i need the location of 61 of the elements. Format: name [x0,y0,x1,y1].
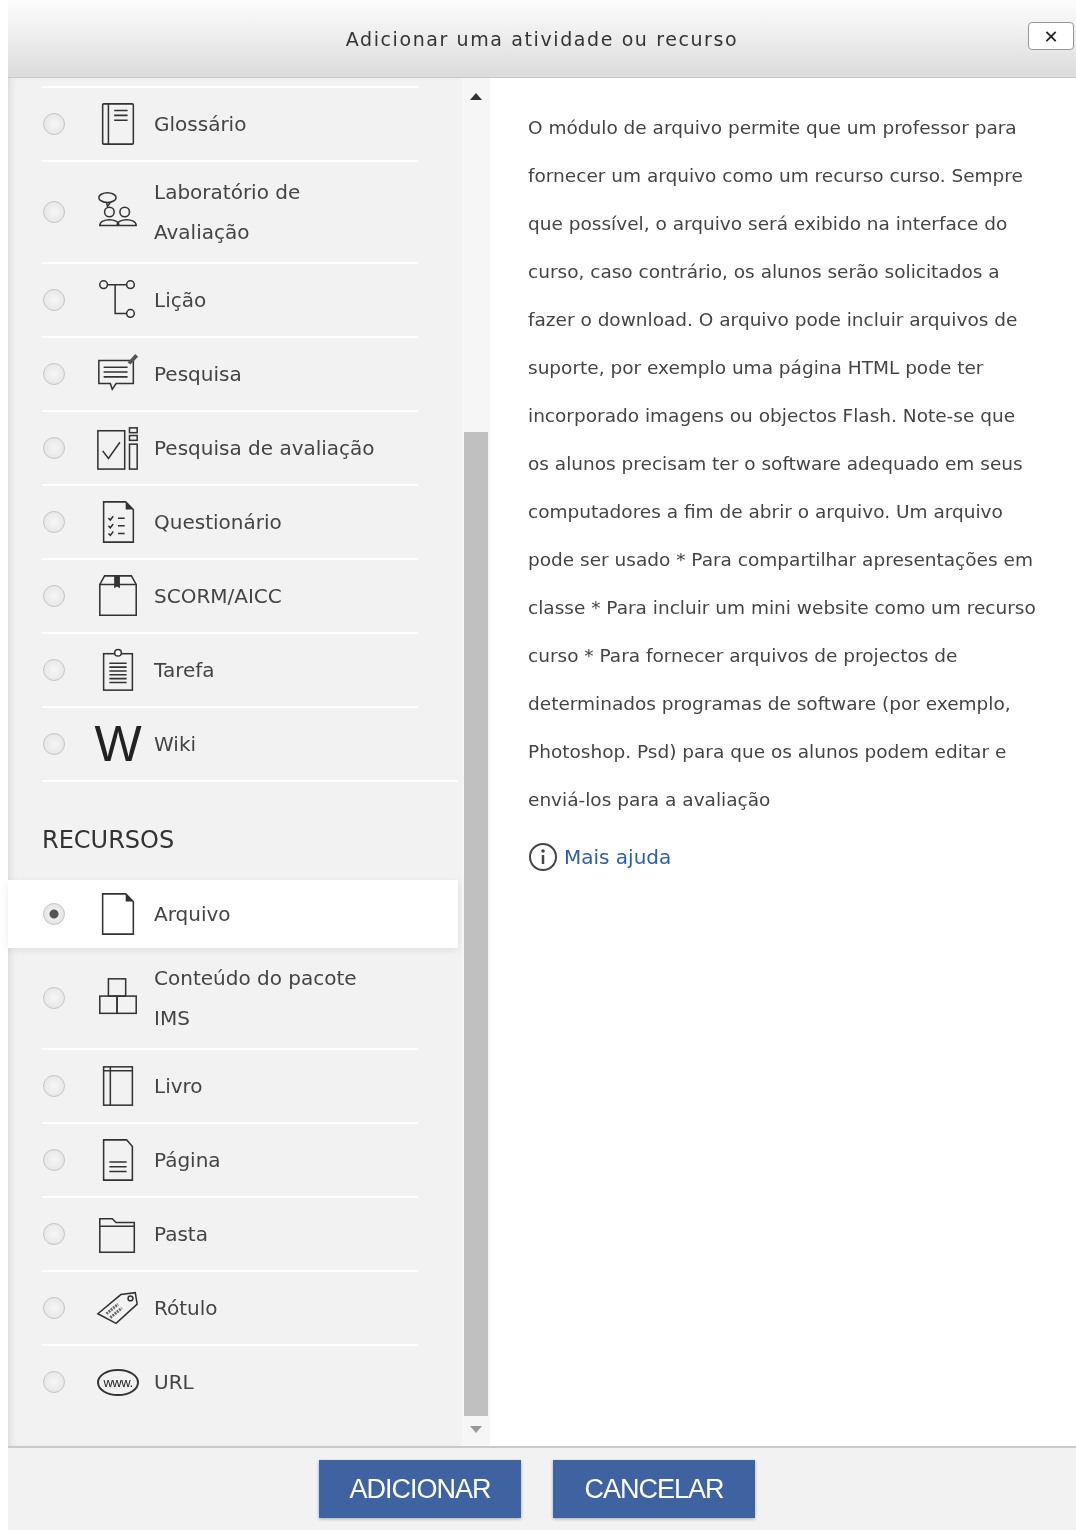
radio-button[interactable] [43,437,65,459]
module-option[interactable]: Conteúdo do pacote IMS [42,948,418,1048]
module-name: Laboratório de Avaliação [154,179,302,246]
module-option[interactable]: Tarefa [42,632,418,706]
module-name: Conteúdo do pacote IMS [154,965,358,1032]
module-name: URL [154,1369,194,1396]
info-icon [528,842,558,872]
web-address-icon: www. [97,1368,139,1396]
radio-button[interactable] [43,1297,65,1319]
letter-icon: W [94,720,142,768]
module-name: Livro [154,1073,203,1100]
add-button[interactable]: ADICIONAR [319,1460,521,1518]
close-button[interactable]: ✕ [1028,22,1074,50]
module-description: O módulo de arquivo permite que um professor para fornecer um arquivo como um recurso curso. Sempre que possível, o arquivo será exibido na interface do curso, caso contrário, os alunos serão solicitados a fazer o download. O arquivo pode incluir arquivos de suporte, por exemplo uma página HTML pode ter incorporado imagens ou objectos Flash. Note-se que os alunos precisam ter o software adequado em seus computadores a fim de abrir o arquivo. Um arquivo pode ser usado * Para compartilhar apresentações em classe * Para incluir um mini website como um recurso curso * Para fornecer arquivos de projectos de determinados programas de software (por exemplo, Photoshop. Psd) para que os alunos podem editar e enviá-los para a avaliação [528,116,1037,812]
scroll-up-icon[interactable] [470,92,482,100]
module-name: Pesquisa [154,361,242,388]
radio-button[interactable] [43,585,65,607]
radio-button[interactable] [43,1149,65,1171]
radio-button[interactable] [43,987,65,1009]
radio-button[interactable] [43,733,65,755]
scrollbar-thumb[interactable] [464,432,488,1416]
scroll-down-icon[interactable] [470,1426,482,1434]
module-option[interactable]: Livro [42,1048,418,1122]
module-option[interactable]: Lição [42,262,418,336]
module-name: Página [154,1147,221,1174]
radio-button[interactable] [43,1371,65,1393]
dialog-title: Adicionar uma atividade ou recurso [345,27,739,50]
module-name: Lição [154,287,207,314]
module-name: Arquivo [154,901,231,928]
cancel-button[interactable]: CANCELAR [553,1460,755,1518]
module-option[interactable]: Glossário [42,86,418,160]
radio-button[interactable] [43,1075,65,1097]
module-option[interactable]: www. URL [42,1344,418,1418]
module-option[interactable]: Arquivo [8,880,458,948]
module-name: Questionário [154,509,282,536]
module-option[interactable]: Questionário [42,484,418,558]
module-option[interactable]: Rótulo [42,1270,418,1344]
help-link[interactable]: Mais ajuda [564,845,672,869]
radio-button[interactable] [43,201,65,223]
module-name: Pesquisa de avaliação [154,435,375,462]
radio-button[interactable] [43,289,65,311]
module-name: Tarefa [154,657,215,684]
radio-button[interactable] [43,511,65,533]
module-option[interactable]: SCORM/AICC [42,558,418,632]
module-option[interactable]: Página [42,1122,418,1196]
module-option[interactable]: Pesquisa de avaliação [42,410,418,484]
module-name: SCORM/AICC [154,583,282,610]
module-name: Wiki [154,731,197,758]
module-name: Pasta [154,1221,208,1248]
module-option[interactable]: Laboratório de Avaliação [42,160,418,262]
module-option[interactable]: W Wiki [42,706,418,780]
radio-button[interactable] [43,363,65,385]
module-name: Rótulo [154,1295,218,1322]
module-option[interactable]: Pasta [42,1196,418,1270]
radio-button[interactable] [43,903,65,925]
radio-button[interactable] [43,659,65,681]
module-option[interactable]: Pesquisa [42,336,418,410]
module-name: Glossário [154,111,247,138]
radio-button[interactable] [43,113,65,135]
checklist-icon [95,425,141,471]
radio-button[interactable] [43,1223,65,1245]
